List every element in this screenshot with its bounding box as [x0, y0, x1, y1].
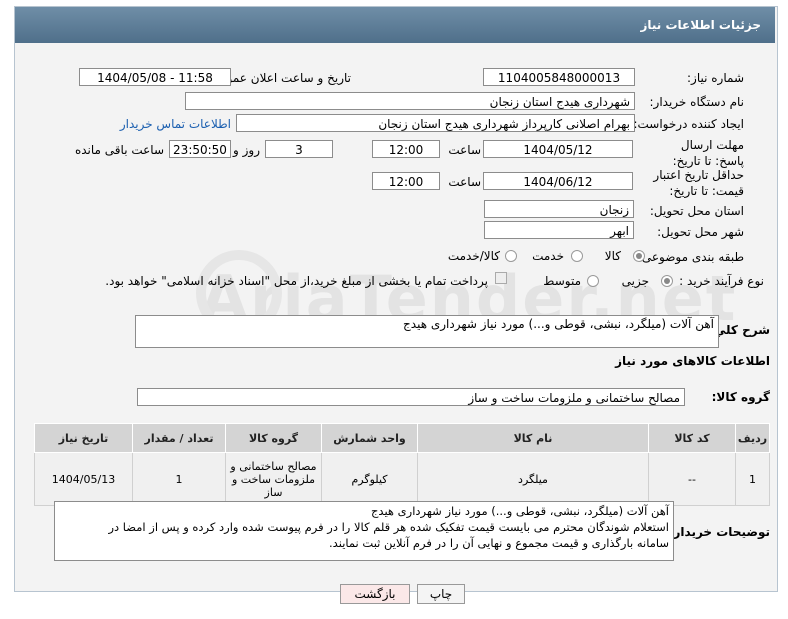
creator-label: ایجاد کننده درخواست: — [633, 117, 744, 131]
col-index: ردیف — [735, 423, 770, 453]
deadline-date-field: 1404/05/12 — [483, 140, 633, 158]
buyer-notes-label: توضیحات خریدار: — [668, 525, 770, 539]
deadline-time-field: 12:00 — [372, 140, 440, 158]
col-qty: تعداد / مقدار — [132, 423, 226, 453]
category-goods-radio[interactable] — [633, 250, 645, 262]
cell-group: مصالح ساختمانی و ملزومات ساخت و ساز — [225, 452, 322, 506]
process-label: نوع فرآیند خرید : — [679, 274, 764, 288]
validity-time-field: 12:00 — [372, 172, 440, 190]
cell-qty: 1 — [132, 452, 226, 506]
validity-label: حداقل تاریخ اعتبار قیمت: تا تاریخ: — [653, 168, 744, 198]
city-label: شهر محل تحویل: — [657, 225, 744, 239]
announce-field: 1404/05/08 - 11:58 — [79, 68, 231, 86]
col-name: نام کالا — [417, 423, 649, 453]
buyer-notes-textarea[interactable]: آهن آلات (میلگرد، نبشی، قوطی و...) مورد … — [54, 501, 674, 561]
buyer-label: نام دستگاه خریدار: — [649, 95, 745, 109]
goods-group-label: گروه کالا: — [711, 390, 770, 404]
deadline-label: مهلت ارسال پاسخ: تا تاریخ: — [672, 138, 744, 168]
category-both-radio[interactable] — [505, 250, 517, 262]
cell-date: 1404/05/13 — [34, 452, 133, 506]
city-field: ابهر — [484, 221, 634, 239]
treasury-checkbox[interactable] — [495, 272, 507, 284]
days-field: 3 — [265, 140, 333, 158]
province-label: استان محل تحویل: — [649, 204, 744, 218]
buyer-notes-line3: سامانه بارگذاری و قیمت مجموع و نهایی آن … — [329, 536, 669, 550]
process-medium-label: متوسط — [543, 274, 581, 288]
table-header-row: ردیف کد کالا نام کالا واحد شمارش گروه کا… — [34, 423, 770, 453]
process-partial-label: جزیی — [621, 274, 649, 288]
process-partial-radio[interactable] — [661, 275, 673, 287]
buyer-notes-line1: آهن آلات (میلگرد، نبشی، قوطی و...) مورد … — [370, 504, 669, 518]
buyer-notes-line2: استعلام شوندگان محترم می بایست قیمت تفکی… — [108, 520, 669, 534]
cell-code: -- — [648, 452, 736, 506]
col-date: تاریخ نیاز — [34, 423, 133, 453]
description-textarea[interactable]: آهن آلات (میلگرد، نبشی، قوطی و...) مورد … — [135, 315, 719, 348]
cell-name: میلگرد — [417, 452, 649, 506]
category-both-label: کالا/خدمت — [447, 249, 500, 263]
remaining-time-field: 23:50:50 — [169, 140, 231, 158]
panel-header: جزئیات اطلاعات نیاز — [15, 7, 775, 43]
buyer-field: شهرداری هیدج استان زنجان — [185, 92, 635, 110]
category-label: طبقه بندی موضوعی: — [637, 250, 744, 264]
remaining-label: ساعت باقی مانده — [74, 143, 164, 157]
back-button[interactable]: بازگشت — [340, 584, 410, 604]
col-group: گروه کالا — [225, 423, 322, 453]
contact-buyer-link[interactable]: اطلاعات تماس خریدار — [120, 117, 231, 131]
cell-unit: کیلوگرم — [321, 452, 418, 506]
need-number-field: 1104005848000013 — [483, 68, 635, 86]
col-unit: واحد شمارش — [321, 423, 418, 453]
days-label: روز و — [233, 143, 260, 157]
need-number-label: شماره نیاز: — [687, 71, 744, 85]
deadline-time-label: ساعت — [448, 143, 481, 157]
process-medium-radio[interactable] — [587, 275, 599, 287]
goods-section-title: اطلاعات کالاهای مورد نیاز — [615, 354, 770, 368]
category-goods-label: کالا — [604, 249, 621, 263]
validity-time-label: ساعت — [448, 175, 481, 189]
payment-note: پرداخت تمام یا بخشی از مبلغ خرید،از محل … — [105, 274, 488, 288]
validity-date-field: 1404/06/12 — [483, 172, 633, 190]
province-field: زنجان — [484, 200, 634, 218]
print-button[interactable]: چاپ — [417, 584, 465, 604]
category-service-label: خدمت — [532, 249, 564, 263]
cell-index: 1 — [735, 452, 770, 506]
goods-group-field: مصالح ساختمانی و ملزومات ساخت و ساز — [137, 388, 685, 406]
page-title: جزئیات اطلاعات نیاز — [640, 18, 761, 32]
goods-table: ردیف کد کالا نام کالا واحد شمارش گروه کا… — [34, 423, 770, 506]
table-row: 1 -- میلگرد کیلوگرم مصالح ساختمانی و ملز… — [34, 452, 770, 506]
creator-field: بهرام اصلانی کارپرداز شهرداری هیدج استان… — [236, 114, 635, 132]
col-code: کد کالا — [648, 423, 736, 453]
category-service-radio[interactable] — [571, 250, 583, 262]
